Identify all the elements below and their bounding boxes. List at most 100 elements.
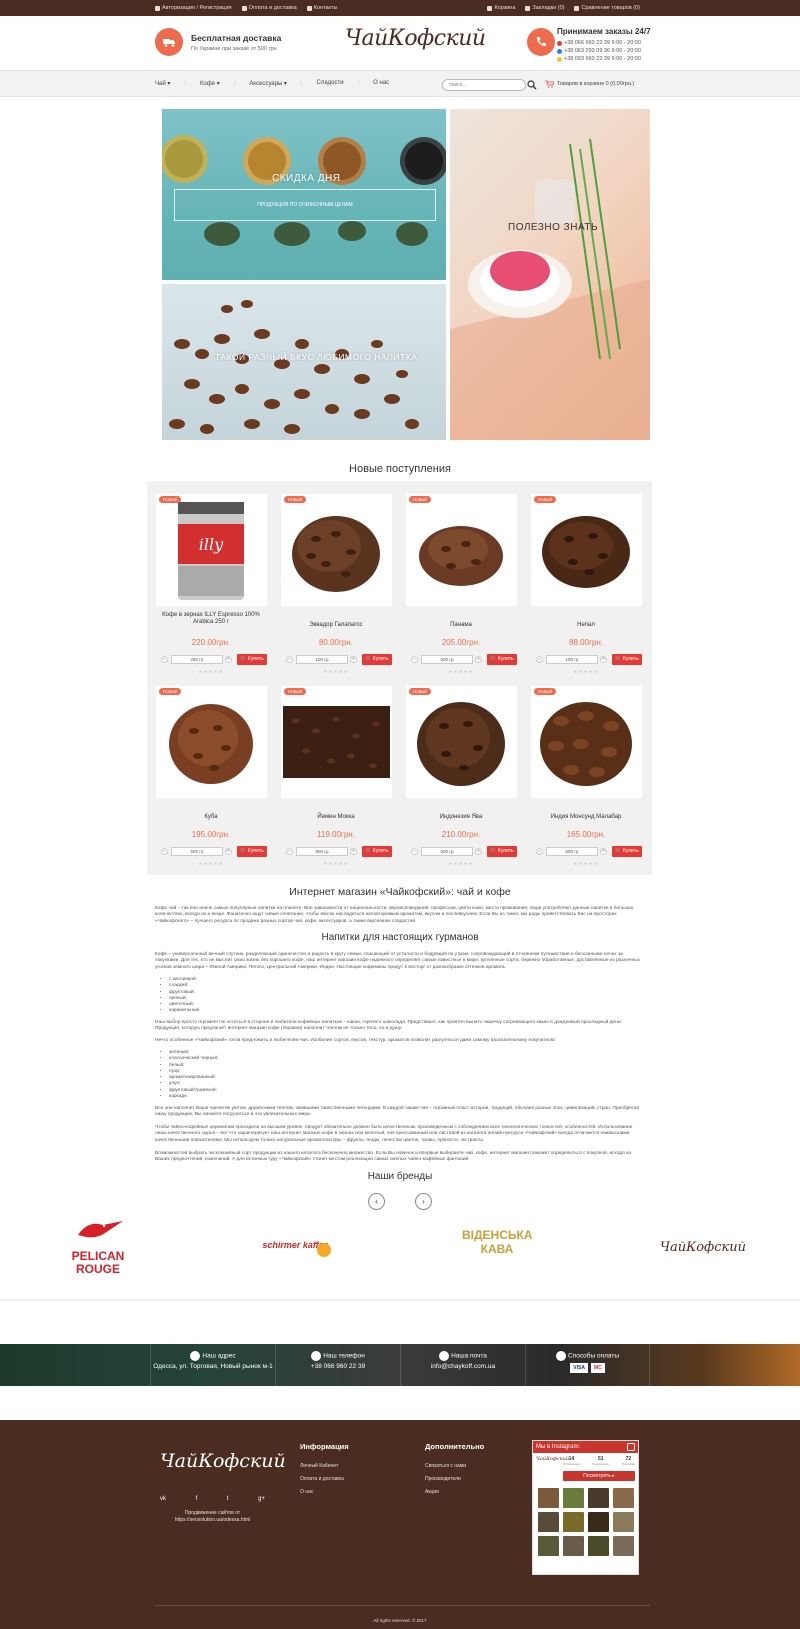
auth-link[interactable]: Авторизация / Регистрация	[155, 5, 232, 11]
buy-button[interactable]: 🛒 Купить	[237, 654, 267, 665]
brand-logo-chaykofsky[interactable]: ЧайКофский	[660, 1240, 750, 1264]
qty-plus-button[interactable]: +	[475, 848, 482, 855]
instagram-photo[interactable]	[588, 1536, 609, 1556]
twitter-icon[interactable]: t	[227, 1496, 229, 1502]
instagram-avatar[interactable]: ЧайКофский	[536, 1456, 569, 1470]
brand-logo-pelican-rouge[interactable]: PELICAN ROUGE	[68, 1215, 128, 1280]
product-card[interactable]: illy Новый Кофе в зернах ILLY Espresso 1…	[153, 492, 269, 677]
seo-promo-link[interactable]: Продвижение сайтов от https://seosolutio…	[160, 1510, 265, 1524]
qty-plus-button[interactable]: +	[350, 656, 357, 663]
footer-link-about[interactable]: О нас	[300, 1489, 313, 1495]
cart-link[interactable]: Корзина	[487, 5, 515, 11]
qty-select[interactable]: 250 гр	[171, 655, 223, 664]
qty-select[interactable]: 500 гр	[296, 847, 348, 856]
search-input[interactable]: поиск...	[442, 79, 526, 91]
qty-select[interactable]: 500 гр	[546, 847, 598, 856]
facebook-icon[interactable]: f	[196, 1496, 198, 1502]
footer-logo[interactable]: ЧайКофский	[160, 1450, 286, 1472]
nav-item-tea[interactable]: Чай ▾	[155, 80, 170, 87]
qty-minus-button[interactable]: −	[286, 656, 293, 663]
phone-line[interactable]: +38 063 293 09 36 9:00 - 20:00	[557, 48, 641, 54]
qty-minus-button[interactable]: −	[536, 656, 543, 663]
instagram-photo[interactable]	[563, 1536, 584, 1556]
footer-link-manufacturers[interactable]: Производители	[425, 1476, 461, 1482]
product-image[interactable]: illy	[156, 494, 267, 606]
footer-link-payment[interactable]: Оплата и доставка	[300, 1476, 344, 1482]
banner-useful-info[interactable]: ПОЛЕЗНО ЗНАТЬ	[450, 109, 650, 440]
compare-link[interactable]: Сравнение товаров (0)	[574, 5, 640, 11]
product-name[interactable]: Йемен Мокка	[278, 814, 394, 821]
footer-link-account[interactable]: Личный Кабинет	[300, 1463, 338, 1469]
footer-link-promotions[interactable]: Акции	[425, 1489, 439, 1495]
buy-button[interactable]: 🛒 Купить	[362, 846, 392, 857]
product-name[interactable]: Эквадор Галапагос	[278, 622, 394, 629]
brands-next-button[interactable]: ›	[415, 1193, 432, 1210]
instagram-photo[interactable]	[563, 1512, 584, 1532]
product-image[interactable]	[406, 686, 517, 798]
instagram-photo[interactable]	[563, 1488, 584, 1508]
instagram-photo[interactable]	[538, 1488, 559, 1508]
instagram-photo[interactable]	[588, 1488, 609, 1508]
banner-taste[interactable]: ТАКОЙ РАЗНЫЙ ВКУС ЛЮБИМОГО НАПИТКА	[162, 284, 446, 440]
product-image[interactable]	[281, 686, 392, 798]
product-name[interactable]: Кофе в зернах ILLY Espresso 100% Arabica…	[153, 612, 269, 626]
product-card[interactable]: Новый Куба 195.00грн. −500 гр + 🛒 Купить …	[153, 684, 269, 869]
product-image[interactable]	[406, 494, 517, 606]
qty-minus-button[interactable]: −	[286, 848, 293, 855]
vk-icon[interactable]: vk	[160, 1496, 166, 1502]
qty-minus-button[interactable]: −	[161, 848, 168, 855]
nav-item-sweets[interactable]: Сладости	[317, 80, 344, 87]
quantity-stepper[interactable]: −100 гр +	[536, 654, 608, 665]
product-card[interactable]: Новый Йемен Мокка 119.00грн. −500 гр + 🛒 …	[278, 684, 394, 869]
product-name[interactable]: Непал	[528, 622, 644, 629]
product-card[interactable]: Новый Непал 88.00грн. −100 гр + 🛒 Купить …	[528, 492, 644, 677]
product-name[interactable]: Куба	[153, 814, 269, 821]
instagram-follow-button[interactable]: Посмотреть ▸	[563, 1471, 635, 1481]
quantity-stepper[interactable]: −250 гр +	[161, 654, 233, 665]
qty-minus-button[interactable]: −	[411, 656, 418, 663]
qty-minus-button[interactable]: −	[536, 848, 543, 855]
site-logo[interactable]: ЧайКофский	[345, 26, 486, 51]
buy-button[interactable]: 🛒 Купить	[612, 654, 642, 665]
quantity-stepper[interactable]: −100 гр +	[286, 654, 358, 665]
qty-plus-button[interactable]: +	[350, 848, 357, 855]
quantity-stepper[interactable]: −500 гр +	[161, 846, 233, 857]
brand-logo-schirmer[interactable]: schirmer kaffee	[258, 1240, 333, 1264]
product-image[interactable]	[531, 686, 642, 798]
product-card[interactable]: Новый Индия Монсунд Малабар 165.00грн. −…	[528, 684, 644, 869]
product-image[interactable]	[281, 494, 392, 606]
phone-line[interactable]: +38 066 960 22 39 9:00 - 20:00	[557, 40, 641, 46]
instagram-photo[interactable]	[613, 1536, 634, 1556]
buy-button[interactable]: 🛒 Купить	[237, 846, 267, 857]
buy-button[interactable]: 🛒 Купить	[487, 846, 517, 857]
qty-plus-button[interactable]: +	[475, 656, 482, 663]
instagram-photo[interactable]	[538, 1536, 559, 1556]
product-card[interactable]: Новый Эквадор Галапагос 80.00грн. −100 г…	[278, 492, 394, 677]
brand-logo-videnska-kava[interactable]: ВІДЕНСЬКА КАВА	[462, 1228, 533, 1268]
quantity-stepper[interactable]: −500 гр +	[536, 846, 608, 857]
banner-deal-of-day[interactable]: СКИДКА ДНЯ ПРОДУКЦИЯ ПО СНИЖЕННЫМ ЦЕНАМ	[162, 109, 446, 280]
footer-link-contact[interactable]: Связаться с нами	[425, 1463, 466, 1469]
qty-minus-button[interactable]: −	[411, 848, 418, 855]
quantity-stepper[interactable]: −500 гр +	[411, 846, 483, 857]
buy-button[interactable]: 🛒 Купить	[487, 654, 517, 665]
buy-button[interactable]: 🛒 Купить	[362, 654, 392, 665]
qty-select[interactable]: 500 гр	[171, 847, 223, 856]
google-plus-icon[interactable]: g+	[258, 1496, 265, 1502]
phone-value[interactable]: +38 066 960 22 39	[276, 1363, 400, 1371]
product-name[interactable]: Индия Монсунд Малабар	[528, 814, 644, 821]
quantity-stepper[interactable]: −500 гр +	[286, 846, 358, 857]
qty-select[interactable]: 100 гр	[546, 655, 598, 664]
product-card[interactable]: Новый Индонезия Ява 210.00грн. −500 гр + …	[403, 684, 519, 869]
nav-item-about[interactable]: О нас	[373, 80, 389, 87]
qty-select[interactable]: 500 гр	[421, 847, 473, 856]
qty-plus-button[interactable]: +	[600, 848, 607, 855]
nav-cart[interactable]: Товаров в корзине 0 (0.00грн.)	[545, 80, 634, 88]
payment-link[interactable]: Оплата и доставка	[241, 5, 297, 11]
qty-plus-button[interactable]: +	[225, 848, 232, 855]
qty-plus-button[interactable]: +	[600, 656, 607, 663]
instagram-icon[interactable]	[627, 1443, 635, 1451]
product-name[interactable]: Индонезия Ява	[403, 814, 519, 821]
contacts-link[interactable]: Контакты	[306, 5, 338, 11]
product-image[interactable]	[156, 686, 267, 798]
